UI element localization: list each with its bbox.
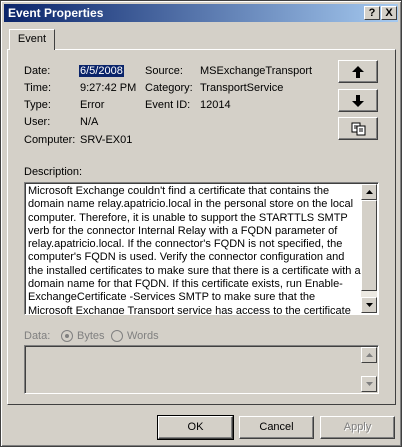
event-properties-dialog: Event Properties ? X Event Date: 6/5/200… xyxy=(0,0,402,447)
data-scroll-up-button[interactable] xyxy=(361,347,377,363)
tab-event-label: Event xyxy=(17,33,47,45)
data-scroll-up-icon xyxy=(366,353,373,357)
data-textbox[interactable] xyxy=(24,345,379,394)
description-textbox[interactable]: Microsoft Exchange couldn't find a certi… xyxy=(24,182,379,315)
data-scroll-down-icon xyxy=(366,382,373,386)
help-button[interactable]: ? xyxy=(364,6,380,20)
event-id-label: Event ID: xyxy=(145,99,191,111)
type-label: Type: xyxy=(24,99,51,111)
previous-event-button[interactable] xyxy=(338,60,378,83)
close-button[interactable]: X xyxy=(381,6,397,20)
description-label: Description: xyxy=(24,166,83,178)
words-radio[interactable] xyxy=(111,330,123,342)
data-scrollbar[interactable] xyxy=(361,347,377,392)
computer-label: Computer: xyxy=(24,134,76,146)
scroll-down-icon xyxy=(366,303,373,307)
type-value: Error xyxy=(80,99,105,111)
user-label: User: xyxy=(24,116,51,128)
copy-button[interactable] xyxy=(338,117,378,140)
scroll-up-icon xyxy=(366,190,373,194)
bytes-radio[interactable] xyxy=(61,330,73,342)
apply-button[interactable]: Apply xyxy=(320,416,395,439)
copy-icon xyxy=(351,122,366,136)
time-value: 9:27:42 PM xyxy=(80,82,137,94)
source-value: MSExchangeTransport xyxy=(200,65,313,77)
user-value: N/A xyxy=(80,116,99,128)
date-value-text: 6/5/2008 xyxy=(79,65,124,77)
cancel-button[interactable]: Cancel xyxy=(239,416,314,439)
description-scrollbar[interactable] xyxy=(361,184,377,313)
title-bar: Event Properties ? X xyxy=(4,4,398,22)
scroll-thumb[interactable] xyxy=(361,200,377,291)
description-text: Microsoft Exchange couldn't find a certi… xyxy=(28,185,361,315)
source-label: Source: xyxy=(145,65,183,77)
data-scroll-down-button[interactable] xyxy=(361,376,377,392)
ok-button[interactable]: OK xyxy=(157,415,234,440)
scroll-down-button[interactable] xyxy=(361,297,377,313)
up-arrow-icon xyxy=(352,66,364,78)
date-value[interactable]: 6/5/2008 xyxy=(79,65,124,77)
down-arrow-icon xyxy=(352,95,364,107)
event-id-value: 12014 xyxy=(200,99,231,111)
next-event-button[interactable] xyxy=(338,89,378,112)
time-label: Time: xyxy=(24,82,52,94)
words-label: Words xyxy=(127,330,159,342)
category-label: Category: xyxy=(145,82,193,94)
data-label: Data: xyxy=(24,330,51,342)
category-value: TransportService xyxy=(200,82,284,94)
scroll-up-button[interactable] xyxy=(361,184,377,200)
bytes-label: Bytes xyxy=(77,330,105,342)
date-label: Date: xyxy=(24,65,51,77)
computer-value: SRV-EX01 xyxy=(80,134,133,146)
tab-event[interactable]: Event xyxy=(9,29,55,50)
window-title: Event Properties xyxy=(8,6,104,20)
